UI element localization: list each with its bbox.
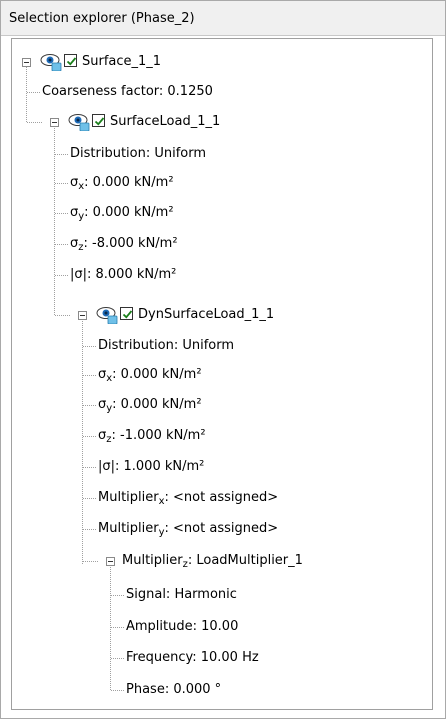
panel-title: Selection explorer (Phase_2) bbox=[9, 11, 195, 26]
tree-node-distribution[interactable]: Distribution: Uniform bbox=[70, 141, 206, 167]
tree-node-amplitude[interactable]: Amplitude: 10.00 bbox=[126, 614, 238, 640]
tree-view[interactable]: Surface_1_1 Coarseness factor: 0.1250 Su… bbox=[11, 38, 433, 710]
tree-node-dyn-sigma-abs[interactable]: |σ|: 1.000 kN/m² bbox=[98, 454, 204, 480]
tree-node-multiplier-y[interactable]: Multipliery: <not assigned> bbox=[98, 516, 278, 542]
sigma-z-text: σz: -1.000 kN/m² bbox=[98, 428, 206, 445]
tree-node-sigma-x[interactable]: σx: 0.000 kN/m² bbox=[70, 170, 174, 196]
tree-node-label: Surface_1_1 bbox=[82, 54, 162, 69]
sigma-x-text: σx: 0.000 kN/m² bbox=[98, 367, 202, 384]
eye-icon[interactable] bbox=[40, 53, 62, 71]
multiplier-y-text: Multipliery: <not assigned> bbox=[98, 521, 279, 538]
tree-node-dyn-surface-load[interactable]: DynSurfaceLoad_1_1 bbox=[138, 302, 274, 328]
frequency-text: Frequency: 10.00 Hz bbox=[126, 650, 259, 665]
multiplier-z-text: Multiplierz: LoadMultiplier_1 bbox=[122, 553, 303, 570]
tree-node-frequency[interactable]: Frequency: 10.00 Hz bbox=[126, 645, 259, 671]
tree-node-surface-load[interactable]: SurfaceLoad_1_1 bbox=[110, 109, 220, 135]
tree-node-coarseness[interactable]: Coarseness factor: 0.1250 bbox=[42, 79, 213, 105]
multiplier-x-text: Multiplierx: <not assigned> bbox=[98, 490, 279, 507]
distribution-text: Distribution: Uniform bbox=[98, 338, 235, 353]
eye-icon[interactable] bbox=[96, 306, 118, 324]
panel-title-bar: Selection explorer (Phase_2) bbox=[1, 1, 445, 36]
tree-node-label: DynSurfaceLoad_1_1 bbox=[138, 307, 275, 322]
tree-node-multiplier-z[interactable]: Multiplierz: LoadMultiplier_1 bbox=[122, 548, 303, 574]
collapse-multiplier-z-button[interactable] bbox=[106, 557, 115, 566]
tree-node-sigma-y[interactable]: σy: 0.000 kN/m² bbox=[70, 200, 174, 226]
tree-node-dyn-distribution[interactable]: Distribution: Uniform bbox=[98, 333, 234, 359]
selection-explorer-panel: Selection explorer (Phase_2) Surface_1_1… bbox=[0, 0, 446, 719]
amplitude-text: Amplitude: 10.00 bbox=[126, 619, 239, 634]
signal-text: Signal: Harmonic bbox=[126, 587, 237, 602]
sigma-y-text: σy: 0.000 kN/m² bbox=[70, 205, 174, 222]
collapse-surface-load-button[interactable] bbox=[50, 118, 59, 127]
tree-node-signal[interactable]: Signal: Harmonic bbox=[126, 582, 237, 608]
eye-icon[interactable] bbox=[68, 113, 90, 131]
distribution-text: Distribution: Uniform bbox=[70, 146, 207, 161]
tree-node-dyn-sigma-y[interactable]: σy: 0.000 kN/m² bbox=[98, 392, 202, 418]
tree-node-sigma-z[interactable]: σz: -8.000 kN/m² bbox=[70, 231, 178, 257]
tree-lines bbox=[26, 67, 124, 691]
tree-node-surface[interactable]: Surface_1_1 bbox=[82, 49, 161, 75]
sigma-x-text: σx: 0.000 kN/m² bbox=[70, 175, 174, 192]
tree-node-label: SurfaceLoad_1_1 bbox=[110, 114, 221, 129]
coarseness-factor-text: Coarseness factor: 0.1250 bbox=[42, 84, 213, 99]
collapse-surface-button[interactable] bbox=[22, 58, 31, 67]
sigma-z-text: σz: -8.000 kN/m² bbox=[70, 236, 178, 253]
tree-node-phase[interactable]: Phase: 0.000 ° bbox=[126, 677, 221, 703]
tree-node-multiplier-x[interactable]: Multiplierx: <not assigned> bbox=[98, 485, 278, 511]
sigma-abs-text: |σ|: 1.000 kN/m² bbox=[98, 459, 205, 474]
tree-node-sigma-abs[interactable]: |σ|: 8.000 kN/m² bbox=[70, 262, 176, 288]
surface-load-visibility-checkbox[interactable] bbox=[92, 114, 105, 127]
tree-node-dyn-sigma-z[interactable]: σz: -1.000 kN/m² bbox=[98, 423, 206, 449]
phase-text: Phase: 0.000 ° bbox=[126, 682, 222, 697]
tree-node-dyn-sigma-x[interactable]: σx: 0.000 kN/m² bbox=[98, 362, 202, 388]
collapse-dyn-surface-load-button[interactable] bbox=[78, 311, 87, 320]
surface-visibility-checkbox[interactable] bbox=[64, 54, 77, 67]
sigma-abs-text: |σ|: 8.000 kN/m² bbox=[70, 267, 177, 282]
sigma-y-text: σy: 0.000 kN/m² bbox=[98, 397, 202, 414]
dyn-surface-load-visibility-checkbox[interactable] bbox=[120, 307, 133, 320]
